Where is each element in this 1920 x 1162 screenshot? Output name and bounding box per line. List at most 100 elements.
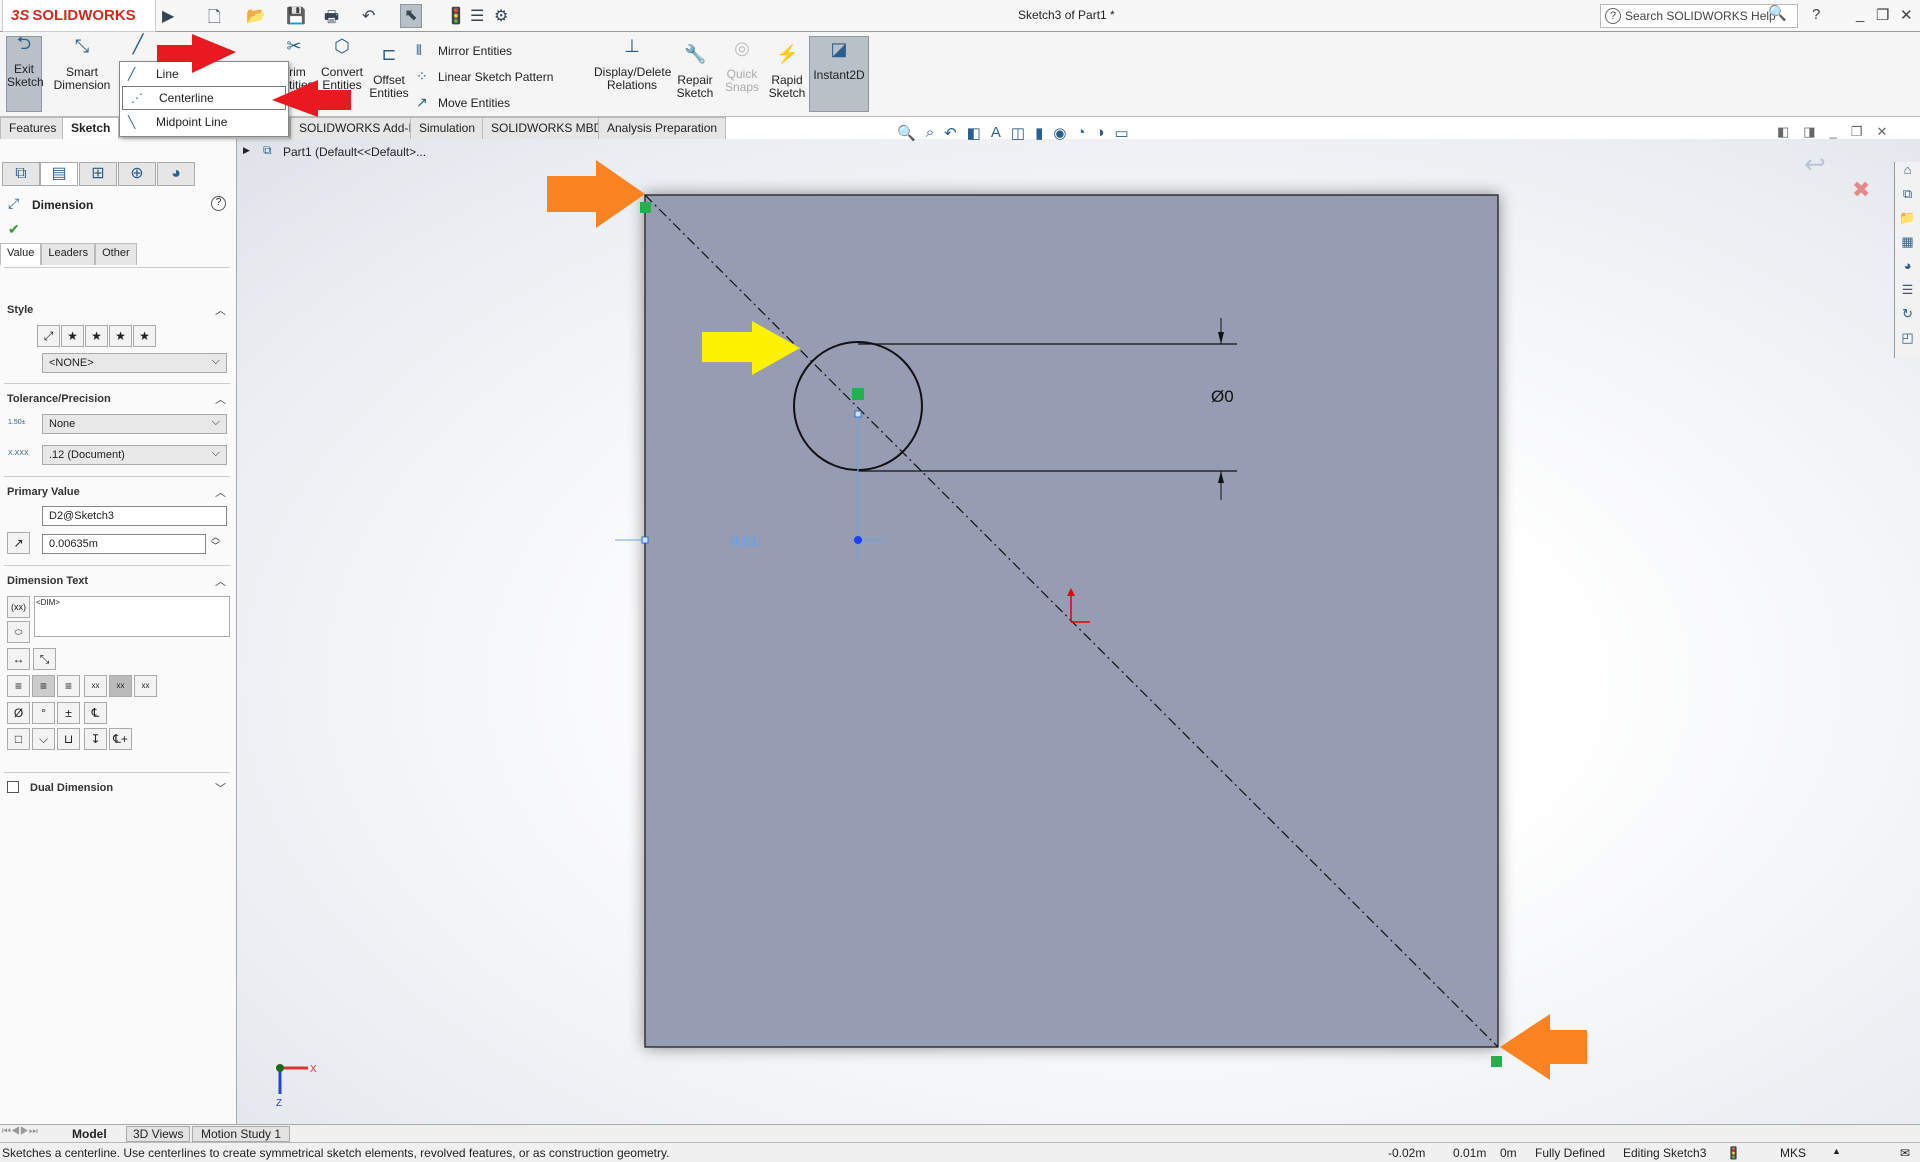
center-dimension-icon[interactable]: ↔ <box>7 648 30 670</box>
apply-style-icon[interactable]: ⤢ <box>37 325 60 347</box>
smart-dimension-button[interactable]: ⤡ Smart Dimension <box>52 37 112 92</box>
property-manager-tab[interactable]: ▤ <box>40 162 78 186</box>
new-file-icon[interactable]: 🗋 <box>208 6 221 33</box>
configuration-manager-tab[interactable]: ⊞ <box>79 162 117 186</box>
precision-select[interactable]: .12 (Document) <box>42 445 227 465</box>
text-middle-icon[interactable]: xx <box>109 675 132 697</box>
collapse-dim-text-icon[interactable]: ︿ <box>215 573 226 589</box>
style-select[interactable]: <NONE> <box>42 353 227 373</box>
help-menu-icon[interactable]: ? <box>1812 6 1820 23</box>
section-view-icon[interactable]: ◧ <box>967 124 981 142</box>
tab-3d-views[interactable]: 3D Views <box>126 1126 191 1142</box>
panel-right-icon[interactable]: ◨ <box>1803 124 1815 140</box>
tolerance-type-select[interactable]: None <box>42 414 227 434</box>
tab-scroll-arrows-icon[interactable]: ⏮◀▶⏭ <box>2 1126 38 1137</box>
viewport-close-icon[interactable]: ✕ <box>1876 124 1887 140</box>
minimize-icon[interactable]: _ <box>1856 6 1864 23</box>
instant2d-button[interactable]: ◪ Instant2D <box>809 36 869 112</box>
collapse-tolerance-icon[interactable]: ︿ <box>215 391 226 407</box>
tab-sketch[interactable]: Sketch <box>62 117 120 139</box>
zoom-to-fit-icon[interactable]: 🔍 <box>897 124 916 142</box>
help-icon[interactable]: ? <box>211 196 226 211</box>
search-icon[interactable]: 🔍 <box>1768 4 1787 22</box>
restore-icon[interactable]: ❐ <box>1876 6 1889 24</box>
hide-show-icon[interactable]: ◉ <box>1053 124 1066 142</box>
file-properties-icon[interactable]: ☰ <box>470 6 484 26</box>
tab-features[interactable]: Features <box>0 117 66 139</box>
inspection-dimension-icon[interactable]: ⬭ <box>7 621 30 643</box>
dimension-text-field[interactable]: <DIM> <box>34 596 230 637</box>
dynamic-annotation-icon[interactable]: A <box>991 124 1001 142</box>
menu-item-line[interactable]: ╱ Line <box>120 62 288 86</box>
unit-menu-arrow-icon[interactable]: ▲ <box>1832 1146 1841 1156</box>
degree-symbol-icon[interactable]: ° <box>32 702 55 724</box>
align-left-icon[interactable]: ≡ <box>7 675 30 697</box>
collapse-style-icon[interactable]: ︿ <box>215 302 226 318</box>
undo-icon[interactable]: ↶ <box>362 6 375 26</box>
rebuild-icon[interactable]: 🚦 <box>446 6 466 26</box>
align-right-icon[interactable]: ≡ <box>57 675 80 697</box>
rebuild-status-icon[interactable]: 🚦 <box>1726 1146 1741 1160</box>
diameter-symbol-icon[interactable]: Ø <box>7 702 30 724</box>
tab-value[interactable]: Value <box>0 243 42 265</box>
tab-simulation[interactable]: Simulation <box>410 117 485 139</box>
resources-icon[interactable]: ⧉ <box>1895 186 1920 210</box>
save-style-icon[interactable]: ★ <box>109 325 132 347</box>
dimxpert-tab[interactable]: ⊕ <box>118 162 156 186</box>
dimension-name-field[interactable]: D2@Sketch3 <box>42 506 227 526</box>
reverse-direction-icon[interactable]: ↗ <box>7 532 30 554</box>
save-icon[interactable]: 💾 <box>286 6 306 26</box>
select-icon[interactable]: ⬉ <box>400 4 422 28</box>
appearances-icon[interactable]: ◕ <box>1895 258 1920 282</box>
add-parentheses-icon[interactable]: (xx) <box>7 596 30 618</box>
menu-item-centerline[interactable]: ⋰ Centerline <box>122 86 286 110</box>
feature-tree-root[interactable]: Part1 (Default<<Default>... <box>283 145 426 159</box>
dual-dimension-checkbox[interactable] <box>7 781 19 793</box>
delete-style-icon[interactable]: ★ <box>85 325 108 347</box>
countersink-icon[interactable]: ⌵ <box>32 728 55 750</box>
confirm-corner-cancel-icon[interactable]: ✖ <box>1852 177 1870 203</box>
centerline-symbol-icon[interactable]: ℄ <box>84 702 107 724</box>
align-center-icon[interactable]: ≡ <box>32 675 55 697</box>
tab-mbd[interactable]: SOLIDWORKS MBD <box>482 117 612 139</box>
view-palette-icon[interactable]: ◰ <box>1895 330 1920 354</box>
view-orientation-icon[interactable]: ◫ <box>1011 124 1025 142</box>
menu-item-midpoint-line[interactable]: ╲ Midpoint Line <box>120 110 288 134</box>
tab-model[interactable]: Model <box>72 1127 107 1141</box>
quick-snaps-button[interactable]: ◎ Quick Snaps <box>722 39 762 94</box>
tab-other[interactable]: Other <box>95 243 137 265</box>
depth-icon[interactable]: ↧ <box>84 728 107 750</box>
unit-system[interactable]: MKS <box>1780 1146 1806 1160</box>
close-icon[interactable]: ✕ <box>1900 6 1913 24</box>
more-symbols-icon[interactable]: ℄+ <box>109 728 132 750</box>
value-spinner-icon[interactable]: ︿ ﹀ <box>211 533 220 551</box>
offset-text-icon[interactable]: ⤡ <box>33 648 56 670</box>
convert-entities-button[interactable]: ⬡ Convert Entities <box>318 37 366 92</box>
confirm-corner-accept-icon[interactable]: ↩ <box>1804 149 1826 180</box>
viewport-minimize-icon[interactable]: _ <box>1830 124 1837 140</box>
collapse-primary-icon[interactable]: ︿ <box>215 484 226 500</box>
open-icon[interactable]: 📂 <box>246 6 266 26</box>
view-settings-icon[interactable]: ▭ <box>1115 124 1129 142</box>
previous-view-icon[interactable]: ↶ <box>944 124 957 142</box>
design-library-icon[interactable]: 📁 <box>1895 210 1920 234</box>
square-symbol-icon[interactable]: □ <box>7 728 30 750</box>
text-below-icon[interactable]: xx <box>134 675 157 697</box>
move-entities-button[interactable]: ↗ Move Entities <box>416 94 510 111</box>
display-style-icon[interactable]: ▮ <box>1035 124 1043 142</box>
expand-dual-icon[interactable]: ﹀ <box>215 780 226 796</box>
display-delete-relations-button[interactable]: ⊥ Display/Delete Relations <box>594 37 671 92</box>
tab-analysis-preparation[interactable]: Analysis Preparation <box>598 117 727 139</box>
rapid-sketch-button[interactable]: ⚡ Rapid Sketch <box>766 45 808 100</box>
mirror-entities-button[interactable]: ⫴ Mirror Entities <box>416 42 512 59</box>
repair-sketch-button[interactable]: 🔧 Repair Sketch <box>674 45 716 100</box>
home-icon[interactable]: ⌂ <box>1895 162 1920 186</box>
solidworks-logo[interactable]: 3S SOLIDWORKS <box>2 0 156 32</box>
offset-entities-button[interactable]: ⊏ Offset Entities <box>368 45 410 100</box>
ok-checkmark-icon[interactable]: ✔ <box>8 221 20 238</box>
feature-manager-tab[interactable]: ⧉ <box>2 162 40 186</box>
graphics-area[interactable]: ▶ ⧉ Part1 (Default<<Default>... 🔍 ⌕ ↶ ◧ A ◫ ▮ ◉… <box>237 124 1920 1124</box>
custom-properties-icon[interactable]: ☰ <box>1895 282 1920 306</box>
counterbore-icon[interactable]: ⊔ <box>57 728 80 750</box>
tab-leaders[interactable]: Leaders <box>41 243 96 265</box>
